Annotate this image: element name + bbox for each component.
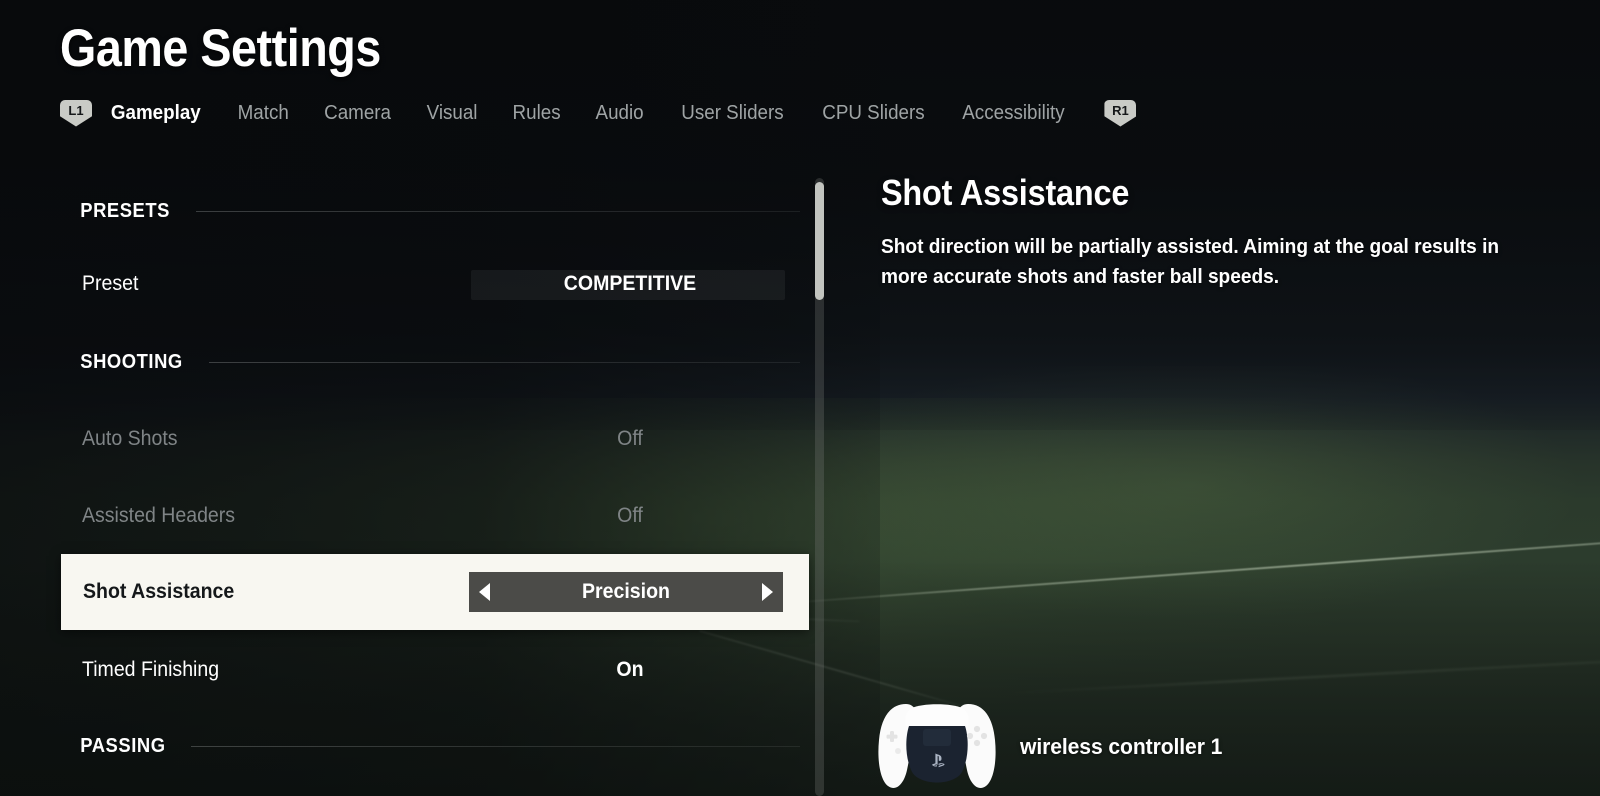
tab-accessibility[interactable]: Accessibility xyxy=(948,102,1080,125)
tab-cpu-sliders[interactable]: CPU Sliders xyxy=(807,102,939,125)
section-divider xyxy=(195,210,800,212)
section-divider xyxy=(190,745,800,747)
section-header-passing: PASSING xyxy=(60,732,810,760)
tab-match[interactable]: Match xyxy=(222,102,303,125)
tab-rules[interactable]: Rules xyxy=(498,102,576,125)
game-settings-screen: Game Settings L1 Gameplay Match Camera V… xyxy=(0,0,1600,796)
arrow-right-icon[interactable] xyxy=(762,583,773,601)
detail-description: Shot direction will be partially assiste… xyxy=(881,236,1500,288)
page-title: Game Settings xyxy=(60,19,381,78)
setting-label: Timed Finishing xyxy=(82,658,220,681)
setting-value: Precision xyxy=(582,580,670,603)
settings-list: PRESETS Preset COMPETITIVE SHOOTING Auto… xyxy=(60,175,820,796)
setting-value: COMPETITIVE xyxy=(563,272,697,295)
tab-audio[interactable]: Audio xyxy=(581,102,659,125)
setting-label: Assisted Headers xyxy=(82,504,236,527)
section-divider xyxy=(209,361,800,363)
setting-row-auto-shots[interactable]: Auto Shots Off xyxy=(60,419,810,459)
tab-gameplay[interactable]: Gameplay xyxy=(96,102,216,125)
setting-label: Preset xyxy=(82,272,139,295)
section-label: SHOOTING xyxy=(80,350,183,373)
tab-bar: L1 Gameplay Match Camera Visual Rules Au… xyxy=(60,98,1137,128)
setting-row-assisted-headers[interactable]: Assisted Headers Off xyxy=(60,496,810,536)
section-label: PRESETS xyxy=(80,199,170,222)
setting-value: Off xyxy=(617,504,643,527)
setting-row-shot-assistance[interactable]: Shot Assistance Precision xyxy=(61,554,809,630)
r1-shoulder-button-icon[interactable]: R1 xyxy=(1104,99,1137,127)
controller-status: wireless controller 1 xyxy=(876,696,1231,796)
arrow-left-icon[interactable] xyxy=(479,583,490,601)
detail-panel: Shot Assistance Shot direction will be p… xyxy=(881,172,1561,292)
section-label: PASSING xyxy=(80,734,166,757)
detail-title: Shot Assistance xyxy=(881,172,1130,213)
setting-value: On xyxy=(616,658,644,681)
setting-label: Auto Shots xyxy=(82,427,178,450)
tab-user-sliders[interactable]: User Sliders xyxy=(666,102,798,125)
shot-assistance-spinner[interactable]: Precision xyxy=(469,572,783,612)
setting-value: Off xyxy=(617,427,643,450)
l1-shoulder-button-icon[interactable]: L1 xyxy=(60,99,92,127)
section-header-shooting: SHOOTING xyxy=(60,348,810,376)
setting-row-timed-finishing[interactable]: Timed Finishing On xyxy=(60,650,810,690)
tab-camera[interactable]: Camera xyxy=(309,102,406,125)
ps5-dualsense-controller-icon xyxy=(876,696,998,796)
setting-label: Shot Assistance xyxy=(83,580,235,603)
controller-label: wireless controller 1 xyxy=(1020,733,1223,759)
tab-visual[interactable]: Visual xyxy=(412,102,493,125)
scrollbar-thumb[interactable] xyxy=(815,182,824,300)
section-header-presets: PRESETS xyxy=(60,197,810,225)
setting-row-preset[interactable]: Preset COMPETITIVE xyxy=(60,264,810,304)
settings-scrollbar[interactable] xyxy=(815,178,824,796)
